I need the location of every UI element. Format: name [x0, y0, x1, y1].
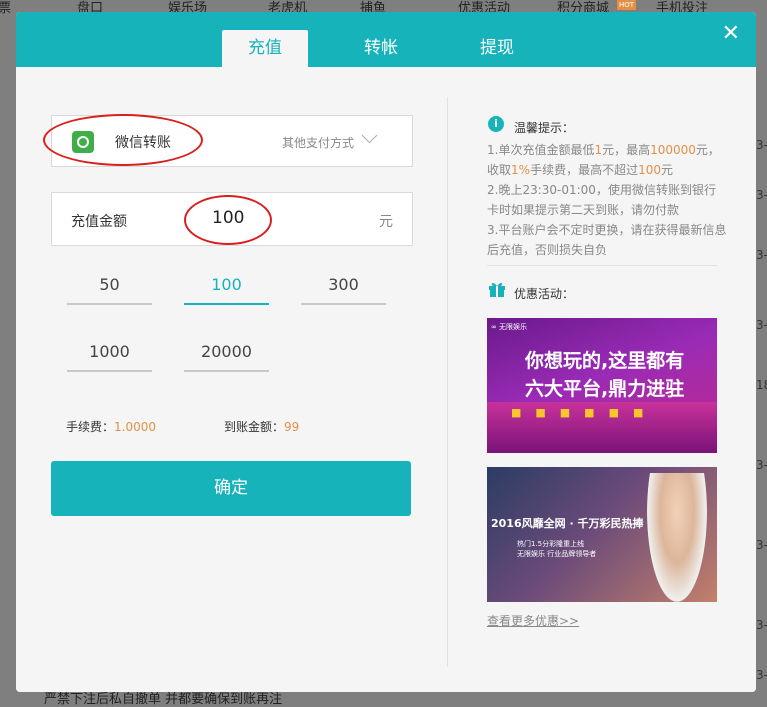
tip-line-1: 1.单次充值金额最低1元，最高100000元，: [487, 143, 720, 157]
promo-platform-icons: ■■■■■■: [511, 406, 658, 419]
tab-transfer[interactable]: 转帐: [338, 30, 424, 67]
hot-badge: HOT: [617, 0, 637, 10]
divider: [487, 265, 717, 266]
promos-title: 优惠活动：: [514, 287, 575, 301]
bg-nav-item: 票: [0, 1, 12, 16]
tip-line-2: 收取1%手续费，最高不超过100元: [487, 163, 673, 177]
promo-headline: 2016风靡全网 · 千万彩民热捧: [491, 517, 644, 530]
preset-amount-100[interactable]: 100: [184, 273, 269, 305]
preset-amount-50[interactable]: 50: [67, 273, 152, 305]
fee-info: 手续费：1.0000: [66, 418, 156, 435]
chevron-down-icon[interactable]: [361, 127, 378, 144]
promo-model-image: [647, 473, 707, 602]
info-panel: i 温馨提示： 1.单次充值金额最低1元，最高100000元， 收取1%手续费，…: [448, 67, 756, 692]
preset-amount-300[interactable]: 300: [301, 273, 386, 305]
arrival-amount-info: 到账金额：99: [224, 418, 299, 435]
bg-side-text: 3-: [756, 318, 767, 332]
amount-unit: 元: [379, 214, 393, 230]
info-icon: i: [488, 116, 504, 132]
bg-side-text: 3-: [756, 538, 767, 552]
bg-side-text: 3-: [756, 248, 767, 262]
promo-banner-lottery[interactable]: 2016风靡全网 · 千万彩民热捧 热门1.5分彩隆重上线 无限娱乐 行业品牌领…: [487, 467, 717, 602]
arrival-value: 99: [284, 420, 300, 434]
promo-subline: 无限娱乐 行业品牌领导者: [517, 550, 597, 558]
gift-icon: [489, 282, 505, 297]
amount-label: 充值金额: [71, 214, 127, 230]
other-payment-link[interactable]: 其他支付方式: [282, 134, 354, 151]
fee-value: 1.0000: [114, 420, 157, 434]
more-promos-link[interactable]: 查看更多优惠>>: [487, 612, 579, 629]
bg-side-text: 3-: [756, 188, 767, 202]
close-icon[interactable]: ✕: [722, 22, 740, 46]
preset-amount-20000[interactable]: 20000: [184, 340, 269, 372]
promo-subheadline: 六大平台,鼎力进驻: [525, 378, 685, 400]
annotation-circle: [184, 195, 272, 245]
bg-side-text: 3-: [756, 458, 767, 472]
promo-logo: ∞ 无限娱乐: [491, 323, 528, 331]
preset-amount-1000[interactable]: 1000: [67, 340, 152, 372]
bg-side-text: 18: [756, 378, 767, 392]
tab-withdraw[interactable]: 提现: [454, 30, 540, 67]
promo-subline: 热门1.5分彩隆重上线: [517, 540, 585, 548]
tab-deposit[interactable]: 充值: [222, 30, 308, 67]
confirm-button[interactable]: 确定: [51, 461, 411, 516]
modal-header: 充值 转帐 提现 ✕: [16, 12, 756, 67]
promo-banner-platforms[interactable]: ∞ 无限娱乐 你想玩的,这里都有 六大平台,鼎力进驻 ■■■■■■: [487, 318, 717, 453]
arrival-label: 到账金额：: [224, 420, 285, 434]
bg-side-text: 3-: [756, 668, 767, 682]
bg-side-text: 3-: [756, 618, 767, 632]
deposit-modal: 充值 转帐 提现 ✕ 微信转账 其他支付方式 充值金额 元 50 100 300…: [16, 12, 756, 692]
tip-line-3: 2.晚上23:30-01:00，使用微信转账到银行卡时如果提示第二天到账，请勿付…: [487, 183, 716, 217]
tip-line-4: 3.平台账户会不定时更换，请在获得最新信息后充值，否则损失自负: [487, 223, 727, 257]
tips-title: 温馨提示：: [514, 121, 575, 135]
annotation-circle: [43, 114, 203, 166]
modal-body: 微信转账 其他支付方式 充值金额 元 50 100 300 1000 20000…: [16, 67, 756, 692]
bg-side-text: 3-: [756, 138, 767, 152]
promo-headline: 你想玩的,这里都有: [525, 350, 685, 372]
fee-label: 手续费：: [66, 420, 115, 434]
deposit-form: 微信转账 其他支付方式 充值金额 元 50 100 300 1000 20000…: [16, 67, 446, 692]
